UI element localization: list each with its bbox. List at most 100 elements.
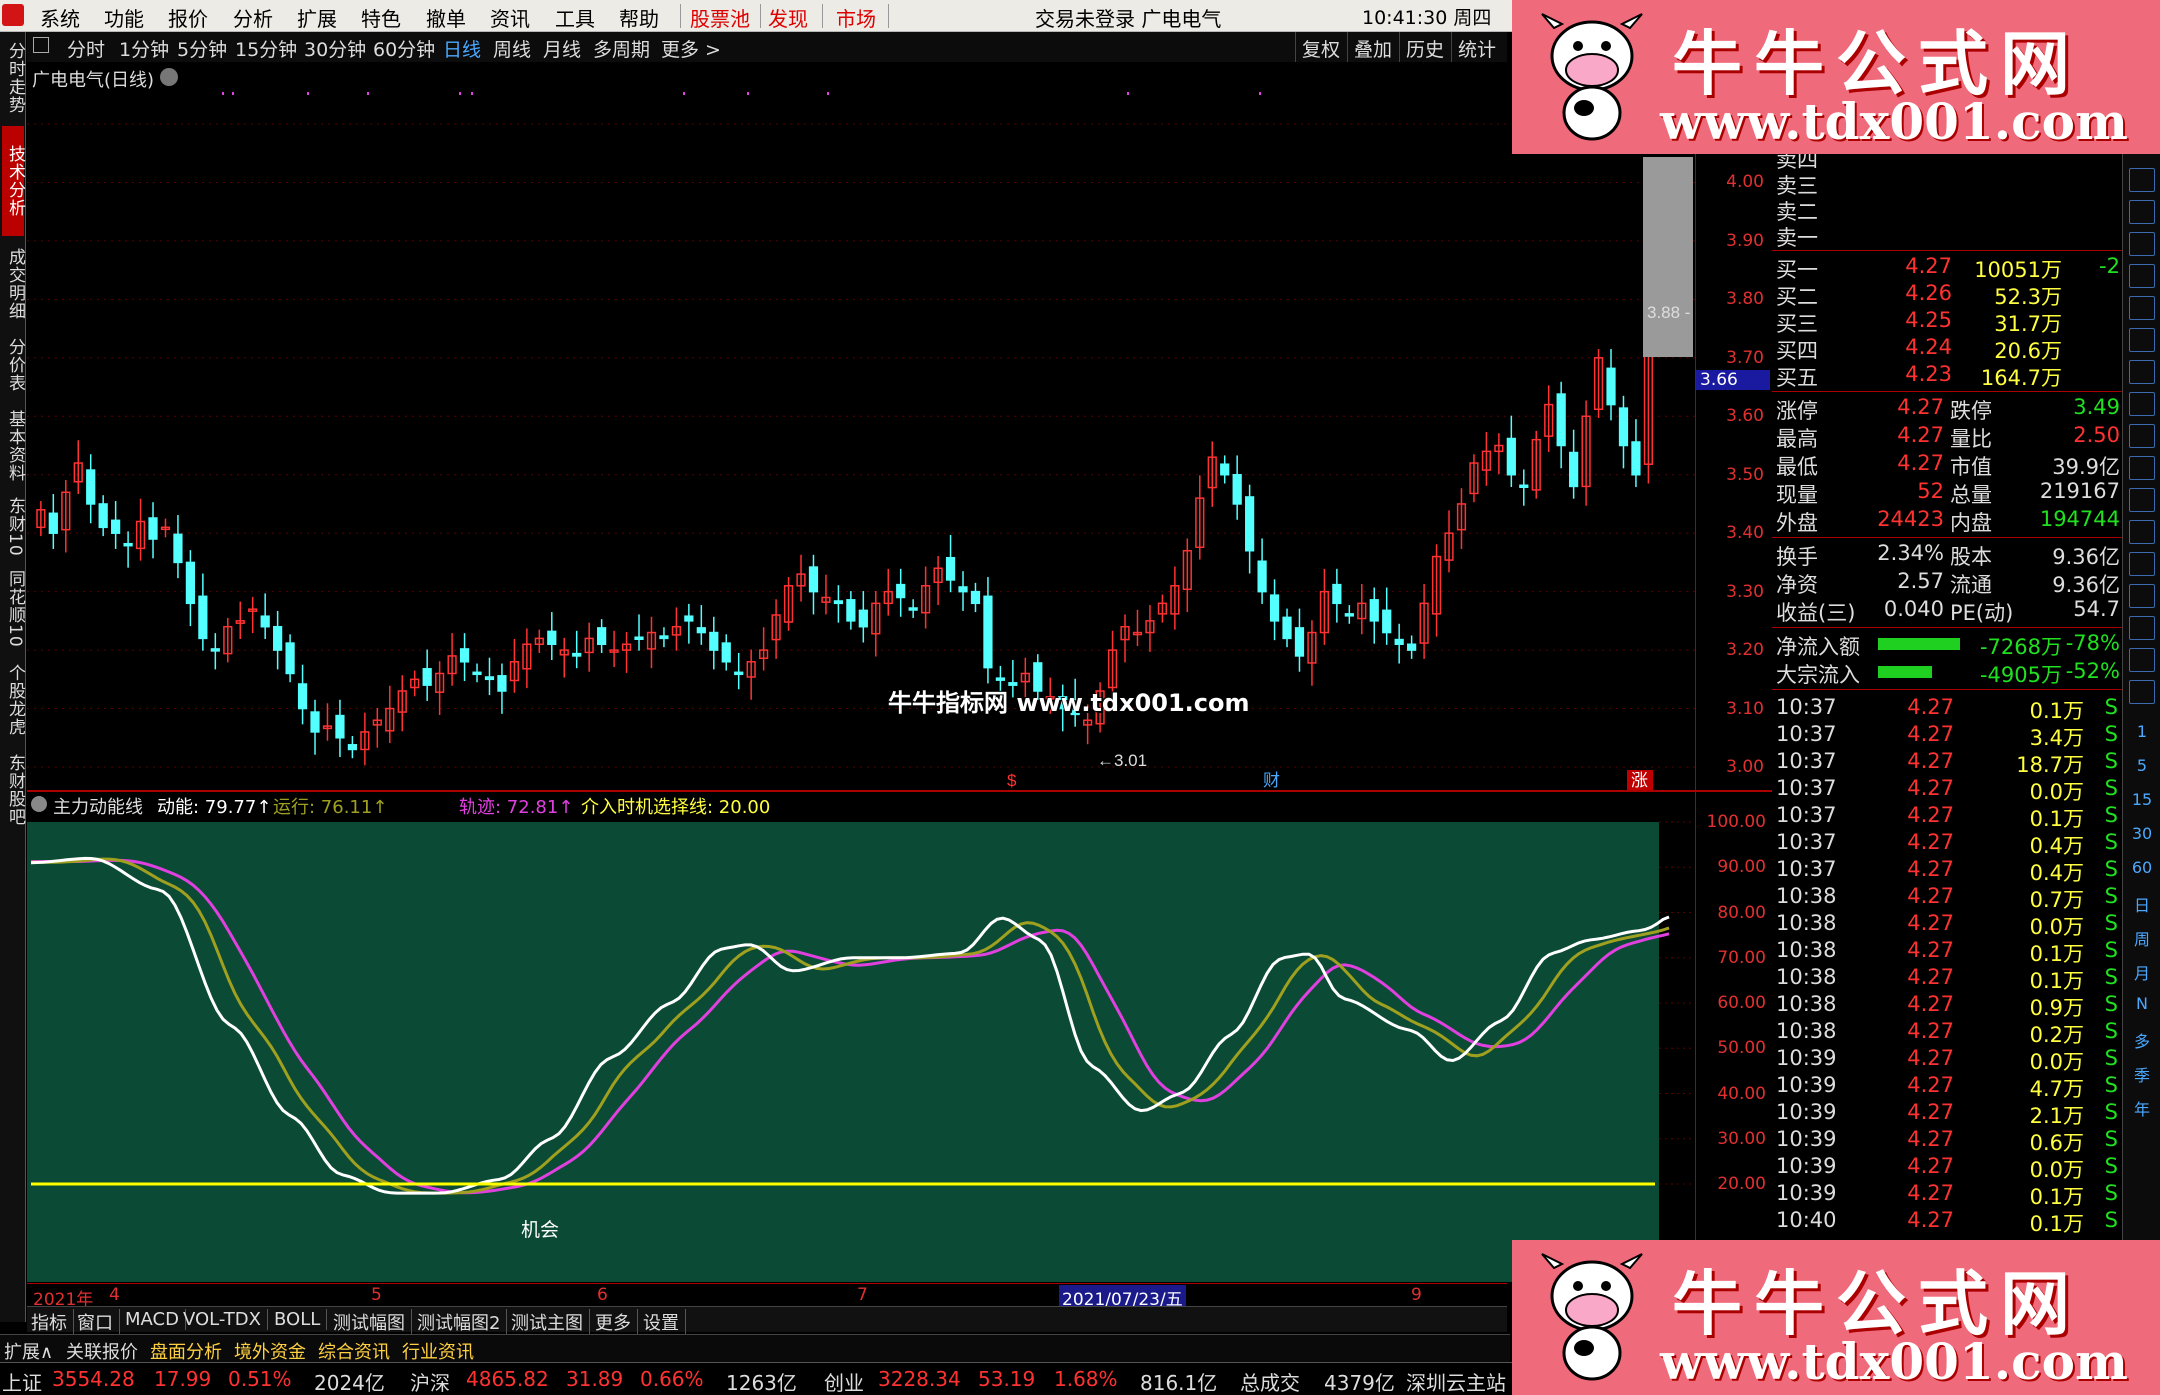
tab-test-sub[interactable]: 测试幅图 — [333, 1309, 412, 1335]
tab-market-analysis[interactable]: 盘面分析 — [150, 1338, 222, 1364]
tab-forum[interactable]: 东财股吧 — [2, 748, 25, 832]
tab-settings[interactable]: 设置 — [643, 1309, 686, 1335]
tab-more[interactable]: 更多 — [595, 1309, 638, 1335]
tab-intraday[interactable]: 分时走势 — [2, 36, 25, 120]
menu-item-feature[interactable]: 特色 — [361, 3, 401, 32]
period-shortcut[interactable]: 15 — [2129, 790, 2155, 814]
app-logo-icon — [2, 4, 24, 26]
period-shortcut[interactable]: 月 — [2129, 960, 2155, 984]
candle-body — [285, 642, 295, 675]
period-shortcut[interactable]: 5 — [2129, 756, 2155, 780]
f10-icon[interactable] — [2129, 328, 2155, 352]
period-shortcut[interactable]: 1 — [2129, 722, 2155, 746]
overlay-button[interactable]: 叠加 — [1347, 32, 1398, 62]
indicator-chart[interactable]: 机会 — [27, 818, 1695, 1282]
menu-item-function[interactable]: 功能 — [104, 3, 144, 32]
pen-icon[interactable] — [2129, 616, 2155, 640]
price-tick-label: 3.40 — [1726, 523, 1764, 544]
event-marker[interactable]: 财 — [1263, 771, 1280, 790]
period-more[interactable]: 更多 > — [661, 35, 721, 62]
period-shortcut[interactable]: 周 — [2129, 926, 2155, 950]
tick-side: S — [2104, 1127, 2118, 1151]
stat-value: 52 — [1917, 479, 1944, 503]
candle-body — [497, 675, 507, 692]
tab-related-quote[interactable]: 关联报价 — [66, 1338, 138, 1364]
event-marker[interactable]: 涨 — [1631, 771, 1648, 790]
toggle-panel-icon[interactable] — [33, 37, 49, 53]
period-multi[interactable]: 多周期 — [593, 35, 650, 62]
period-shortcut[interactable]: 60 — [2129, 858, 2155, 882]
period-shortcut[interactable]: 日 — [2129, 892, 2155, 916]
tab-extend[interactable]: 扩展∧ — [4, 1338, 53, 1364]
menu-item-help[interactable]: 帮助 — [619, 3, 659, 32]
tab-test-main[interactable]: 测试主图 — [511, 1309, 590, 1335]
period-30min[interactable]: 30分钟 — [304, 35, 366, 62]
period-weekly[interactable]: 周线 — [493, 35, 531, 62]
tab-test-sub2[interactable]: 测试幅图2 — [417, 1309, 508, 1335]
doc-icon[interactable] — [2129, 296, 2155, 320]
tab-basic-info[interactable]: 基本资料 — [2, 404, 25, 488]
tab-dragon-tiger[interactable]: 个股龙虎 — [2, 658, 25, 742]
tab-eastmoney-10[interactable]: 东财10 — [2, 494, 25, 560]
server-name[interactable]: 深圳云主站 — [1406, 1367, 1506, 1395]
period-daily[interactable]: 日线 — [443, 35, 481, 62]
menu-item-cancel-order[interactable]: 撤单 — [426, 3, 466, 32]
refresh-icon[interactable] — [2129, 680, 2155, 704]
f2-icon[interactable] — [2129, 424, 2155, 448]
stat-label: 跌停 — [1950, 399, 1992, 423]
menu-item-news[interactable]: 资讯 — [490, 3, 530, 32]
menu-item-system[interactable]: 系统 — [40, 3, 80, 32]
circle-icon[interactable] — [2129, 456, 2155, 480]
chart-settings-icon[interactable] — [160, 68, 178, 86]
candle-body — [734, 671, 744, 676]
indicator-settings-icon[interactable] — [31, 796, 47, 812]
tab-technical[interactable]: 技术分析 — [2, 126, 25, 236]
period-intraday[interactable]: 分时 — [67, 35, 105, 62]
grid-icon[interactable] — [2129, 200, 2155, 224]
period-shortcut[interactable]: 30 — [2129, 824, 2155, 848]
period-5min[interactable]: 5分钟 — [177, 35, 227, 62]
money-icon[interactable] — [2129, 552, 2155, 576]
period-shortcut[interactable]: N — [2129, 994, 2155, 1018]
chart2-icon[interactable] — [2129, 488, 2155, 512]
table-icon[interactable] — [2129, 360, 2155, 384]
f1-icon[interactable] — [2129, 392, 2155, 416]
tab-foreign-capital[interactable]: 境外资金 — [234, 1338, 306, 1364]
period-shortcut[interactable]: 年 — [2129, 1096, 2155, 1120]
adjust-button[interactable]: 复权 — [1295, 32, 1346, 62]
trend-icon[interactable] — [2129, 232, 2155, 256]
tab-industry-news[interactable]: 行业资讯 — [402, 1338, 474, 1364]
menu-item-tools[interactable]: 工具 — [555, 3, 595, 32]
tab-trade-detail[interactable]: 成交明细 — [2, 242, 25, 326]
period-15min[interactable]: 15分钟 — [235, 35, 297, 62]
rsi-icon[interactable] — [2129, 520, 2155, 544]
history-button[interactable]: 历史 — [1399, 32, 1450, 62]
tab-boll[interactable]: BOLL — [274, 1309, 328, 1330]
tick-row: 10:38 4.27 0.1万 S — [1772, 938, 2122, 966]
candle-icon[interactable] — [2129, 264, 2155, 288]
tab-window[interactable]: 窗口 — [77, 1309, 120, 1335]
tab-ths-10[interactable]: 同花顺10 — [2, 566, 25, 652]
period-shortcut[interactable]: 多 — [2129, 1028, 2155, 1052]
period-1min[interactable]: 1分钟 — [119, 35, 169, 62]
tab-composite-news[interactable]: 综合资讯 — [318, 1338, 390, 1364]
period-60min[interactable]: 60分钟 — [373, 35, 435, 62]
candlestick-chart[interactable]: 3.88 - ←3.01 $ 财 涨 — [27, 62, 1772, 790]
menu-item-analysis[interactable]: 分析 — [233, 3, 273, 32]
move-icon[interactable] — [2129, 584, 2155, 608]
tab-indicator[interactable]: 指标 — [31, 1309, 74, 1335]
period-shortcut[interactable]: 季 — [2129, 1062, 2155, 1086]
event-marker[interactable]: $ — [1007, 771, 1017, 790]
list-icon[interactable] — [2129, 168, 2155, 192]
menu-item-stock-pool[interactable]: 股票池 — [690, 3, 750, 32]
fs-icon[interactable] — [2129, 648, 2155, 672]
stats-button[interactable]: 统计 — [1451, 32, 1502, 62]
tab-price-table[interactable]: 分价表 — [2, 332, 25, 398]
tab-vol-tdx[interactable]: VOL-TDX — [183, 1309, 268, 1330]
period-monthly[interactable]: 月线 — [543, 35, 581, 62]
menu-item-extend[interactable]: 扩展 — [297, 3, 337, 32]
menu-item-market[interactable]: 市场 — [836, 3, 876, 32]
tab-macd[interactable]: MACD — [125, 1309, 186, 1330]
menu-item-quote[interactable]: 报价 — [168, 3, 208, 32]
menu-item-discover[interactable]: 发现 — [768, 3, 808, 32]
